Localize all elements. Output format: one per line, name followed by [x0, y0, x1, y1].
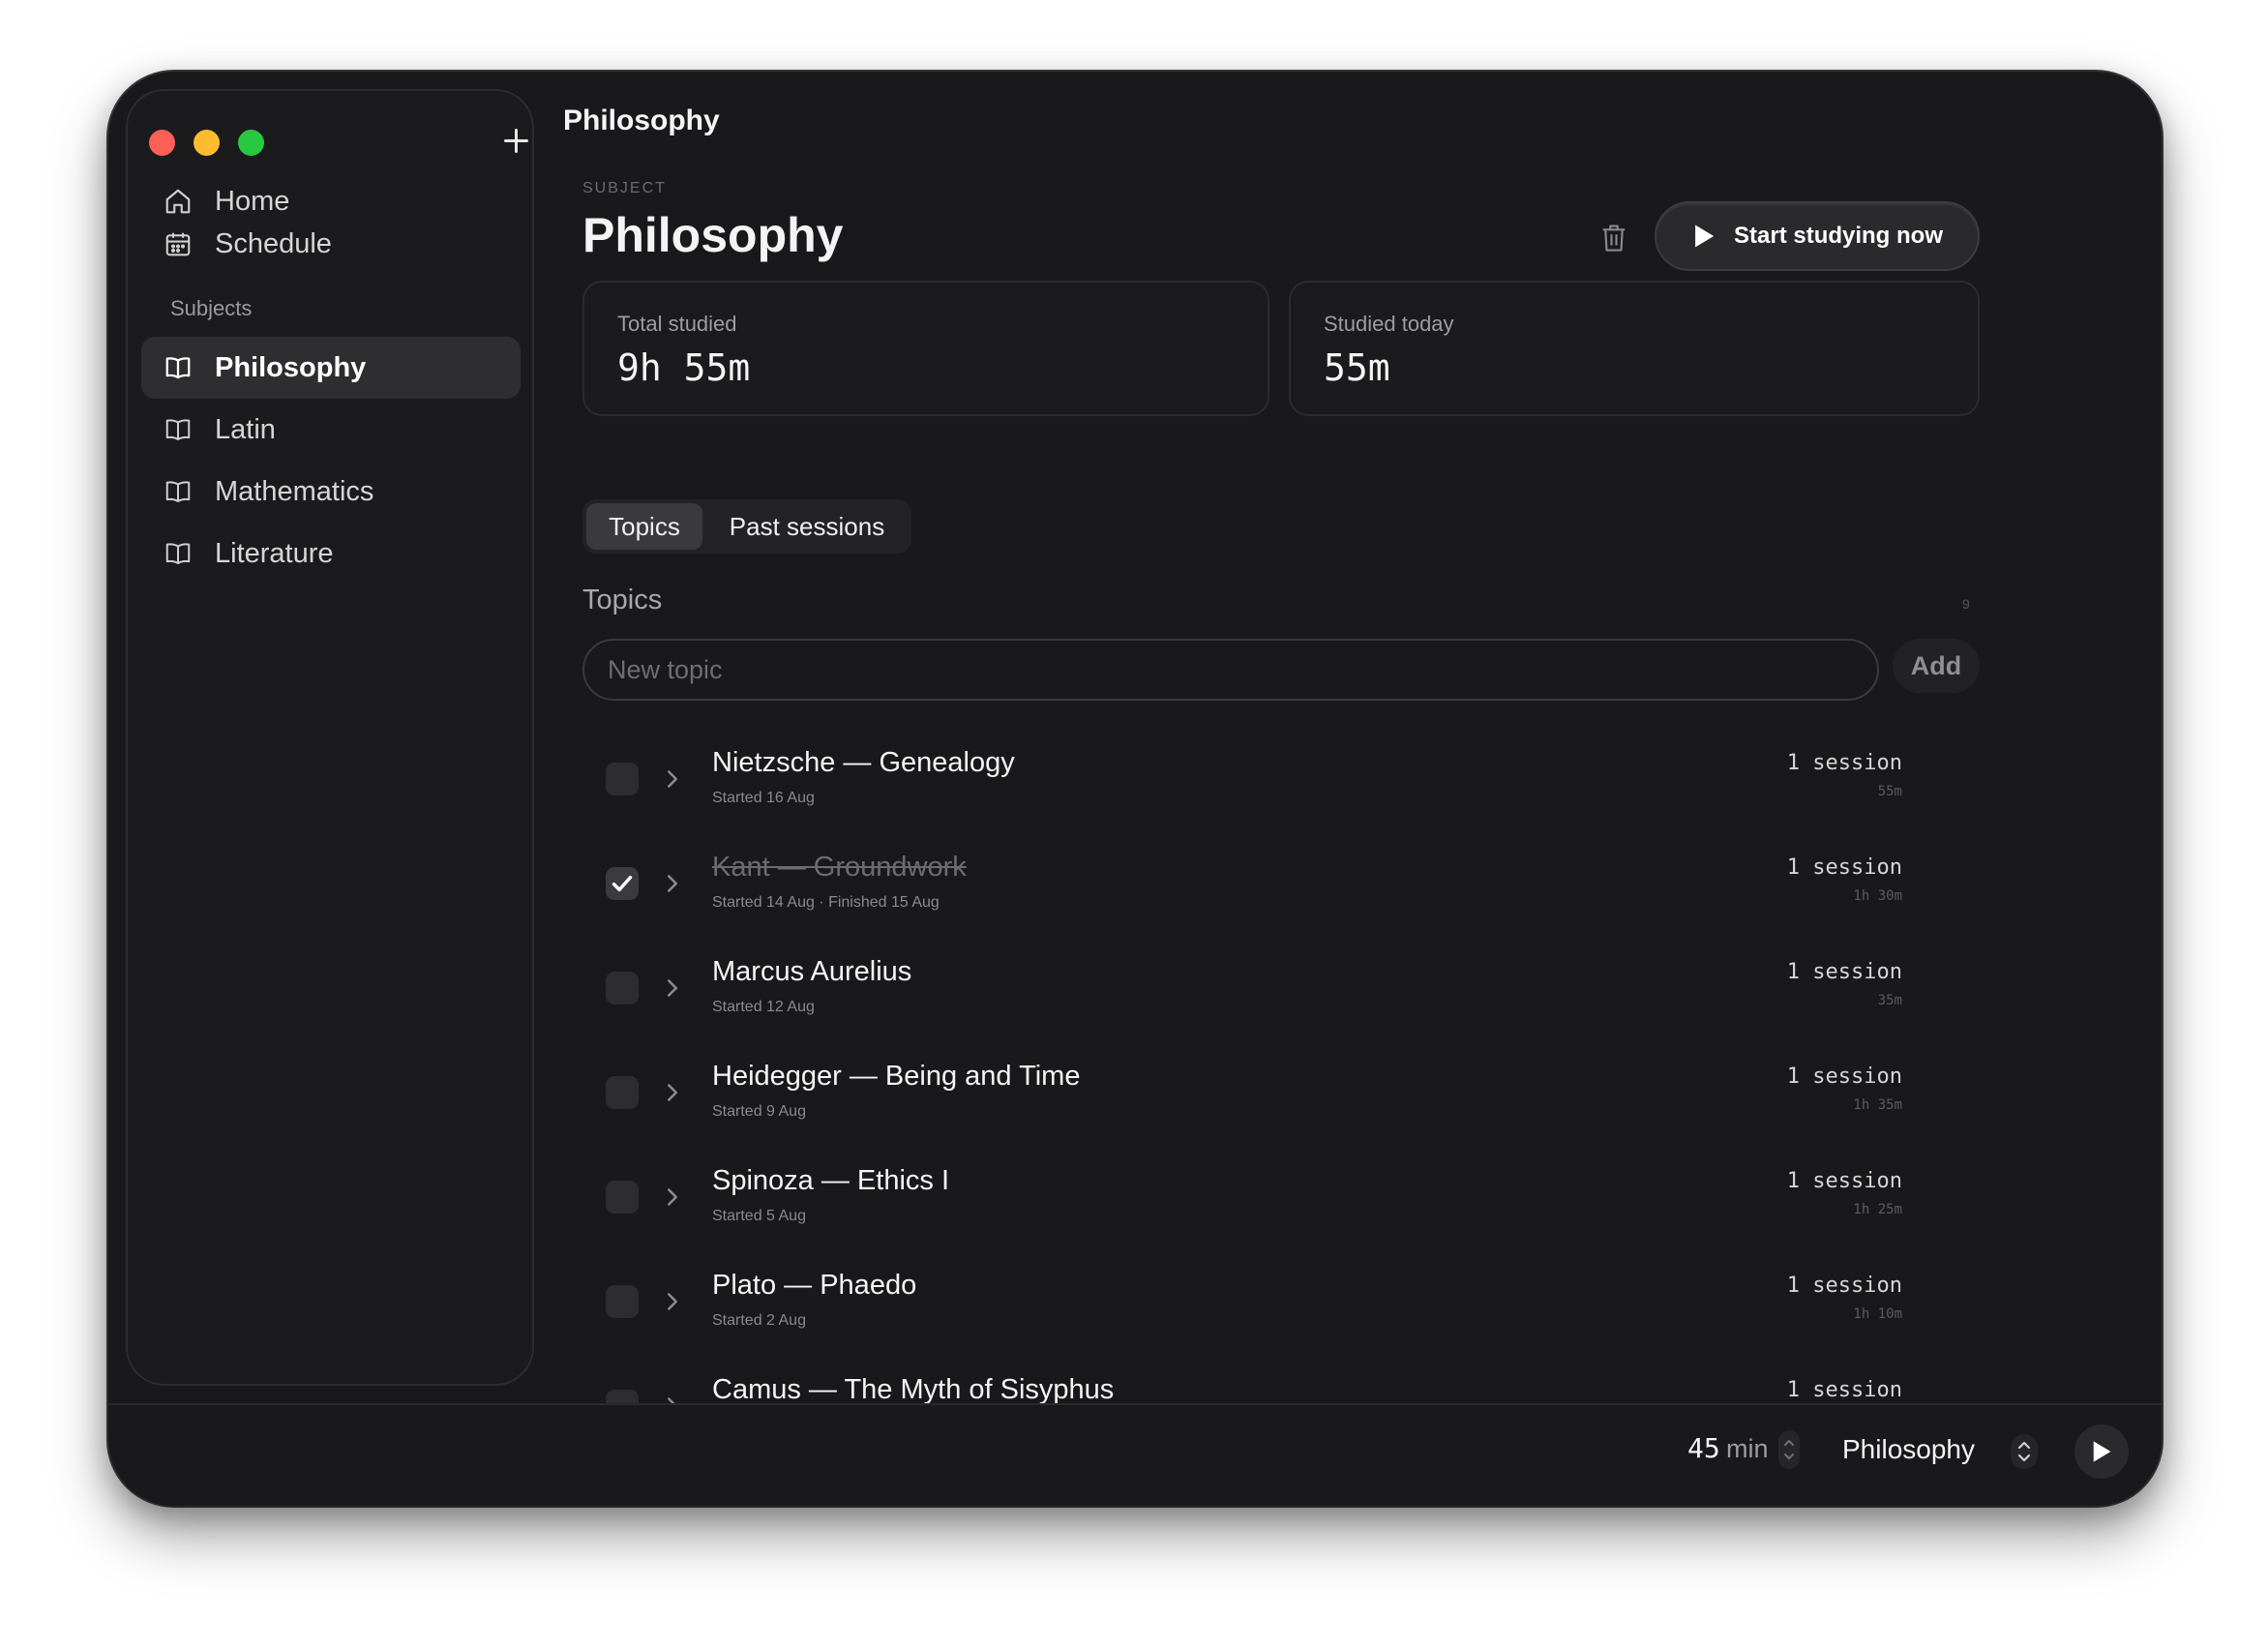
sidebar-item-schedule[interactable]: Schedule [141, 213, 521, 275]
start-studying-label: Start studying now [1734, 223, 1943, 249]
sidebar-item-literature[interactable]: Literature [141, 523, 521, 585]
chevron-right-icon[interactable] [658, 1287, 687, 1316]
studied-today-card: Studied today 55m [1289, 281, 1980, 416]
topic-row[interactable]: Heidegger — Being and Time Started 9 Aug… [582, 1043, 1995, 1148]
topic-checkbox[interactable] [606, 1076, 639, 1109]
topic-meta: Started 16 Aug [712, 790, 815, 806]
topic-title: Kant — Groundwork [712, 852, 967, 883]
total-studied-card: Total studied 9h 55m [582, 281, 1269, 416]
checkmark-icon [612, 875, 633, 892]
topic-meta: Started 5 Aug [712, 1208, 806, 1224]
sidebar-item-latin[interactable]: Latin [141, 399, 521, 461]
delete-subject-button[interactable] [1595, 217, 1633, 259]
chevron-right-icon[interactable] [658, 869, 687, 898]
calendar-icon [161, 226, 195, 261]
topic-title: Plato — Phaedo [712, 1270, 917, 1301]
start-studying-button[interactable]: Start studying now [1655, 201, 1980, 271]
book-icon [161, 350, 195, 385]
topic-sessions: 1 session [1786, 1169, 1902, 1193]
bottom-bar: 45 min Philosophy [108, 1403, 2162, 1506]
topic-meta: Started 12 Aug [712, 999, 815, 1015]
window-title: Philosophy [563, 105, 720, 136]
subject-select[interactable]: Philosophy [1842, 1434, 1975, 1465]
topic-meta: Started 9 Aug [712, 1103, 806, 1120]
tab-topics[interactable]: Topics [586, 503, 702, 550]
quick-start-button[interactable] [2074, 1424, 2129, 1479]
topic-checkbox[interactable] [606, 972, 639, 1004]
duration-unit: min [1726, 1434, 1769, 1463]
sidebar: Home Schedule Subjects Philosophy Latin [126, 89, 534, 1386]
tab-past-sessions[interactable]: Past sessions [708, 503, 906, 550]
topic-checkbox[interactable] [606, 1285, 639, 1318]
subject-eyebrow: SUBJECT [582, 180, 667, 196]
book-icon [161, 474, 195, 509]
topic-sessions: 1 session [1786, 1274, 1902, 1298]
topic-checkbox[interactable] [606, 763, 639, 795]
view-tabs: Topics Past sessions [582, 499, 911, 554]
stat-value: 9h 55m [617, 346, 751, 389]
topic-sessions: 1 session [1786, 1064, 1902, 1089]
chevron-right-icon[interactable] [658, 1078, 687, 1107]
chevron-right-icon[interactable] [658, 765, 687, 794]
topic-sessions: 1 session [1786, 751, 1902, 775]
topic-title: Camus — The Myth of Sisyphus [712, 1374, 1115, 1405]
topic-sessions: 1 session [1786, 855, 1902, 880]
topic-title: Heidegger — Being and Time [712, 1061, 1081, 1092]
sidebar-item-philosophy[interactable]: Philosophy [141, 337, 521, 399]
topic-row[interactable]: Kant — Groundwork Started 14 Aug · Finis… [582, 834, 1995, 939]
sidebar-item-label: Literature [215, 537, 334, 569]
stat-label: Studied today [1324, 312, 1454, 336]
close-window-button[interactable] [149, 130, 175, 156]
topic-row[interactable]: Spinoza — Ethics I Started 5 Aug 1 sessi… [582, 1148, 1995, 1252]
stat-value: 55m [1324, 346, 1390, 389]
topic-title: Nietzsche — Genealogy [712, 747, 1015, 778]
page-title: Philosophy [582, 208, 844, 262]
topic-row[interactable]: Plato — Phaedo Started 2 Aug 1 session 1… [582, 1252, 1995, 1357]
chevron-right-icon[interactable] [658, 974, 687, 1003]
topic-title: Spinoza — Ethics I [712, 1165, 949, 1196]
topic-row[interactable]: Nietzsche — Genealogy Started 16 Aug 1 s… [582, 730, 1995, 834]
topic-checkbox[interactable] [606, 867, 639, 900]
sidebar-item-label: Philosophy [215, 351, 367, 383]
add-subject-button[interactable] [501, 126, 530, 155]
subject-select-chevron[interactable] [2011, 1434, 2038, 1469]
play-icon [1695, 225, 1715, 248]
topics-heading: Topics [582, 585, 663, 615]
topic-duration: 55m [1877, 784, 1902, 799]
subjects-section-label: Subjects [170, 296, 253, 320]
app-window: Home Schedule Subjects Philosophy Latin [108, 72, 2162, 1506]
new-topic-input[interactable] [582, 639, 1879, 701]
sidebar-item-label: Mathematics [215, 475, 374, 507]
topic-duration: 1h 10m [1853, 1306, 1902, 1322]
duration-stepper[interactable] [1778, 1430, 1800, 1469]
chevron-up-down-icon [2017, 1441, 2031, 1462]
topic-duration: 1h 25m [1853, 1202, 1902, 1217]
book-icon [161, 536, 195, 571]
topic-row[interactable]: Marcus Aurelius Started 12 Aug 1 session… [582, 939, 1995, 1043]
topic-sessions: 1 session [1786, 960, 1902, 984]
play-icon [2093, 1441, 2111, 1462]
zoom-window-button[interactable] [238, 130, 264, 156]
topic-sessions: 1 session [1786, 1378, 1902, 1402]
sidebar-item-mathematics[interactable]: Mathematics [141, 461, 521, 523]
stat-label: Total studied [617, 312, 737, 336]
trash-icon [1602, 225, 1626, 252]
minimize-window-button[interactable] [194, 130, 220, 156]
duration-value[interactable]: 45 [1687, 1432, 1720, 1464]
sidebar-item-label: Latin [215, 413, 276, 445]
stepper-chevrons-icon [1784, 1440, 1794, 1459]
topic-duration: 35m [1877, 993, 1902, 1008]
book-icon [161, 412, 195, 447]
add-topic-button[interactable]: Add [1893, 639, 1980, 693]
topic-meta: Started 14 Aug · Finished 15 Aug [712, 894, 940, 911]
topic-title: Marcus Aurelius [712, 956, 912, 987]
sidebar-item-label: Schedule [215, 227, 332, 259]
topic-duration: 1h 35m [1853, 1097, 1902, 1113]
topic-checkbox[interactable] [606, 1181, 639, 1214]
topics-count: 9 [1962, 596, 1970, 612]
chevron-right-icon[interactable] [658, 1183, 687, 1212]
topic-meta: Started 2 Aug [712, 1312, 806, 1329]
topic-duration: 1h 30m [1853, 888, 1902, 904]
topic-list: Nietzsche — Genealogy Started 16 Aug 1 s… [582, 730, 1995, 1473]
